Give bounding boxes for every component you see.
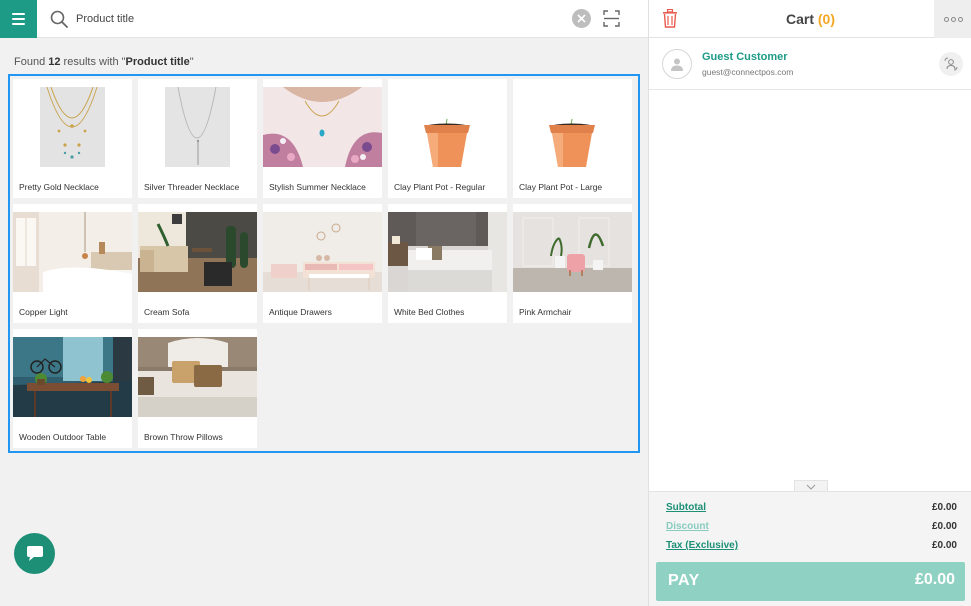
product-image xyxy=(13,212,132,292)
product-name: Brown Throw Pillows xyxy=(144,432,223,442)
results-query: Product title xyxy=(125,56,190,68)
cart-title-label: Cart xyxy=(785,11,814,27)
product-image xyxy=(138,212,257,292)
discount-value: £0.00 xyxy=(931,521,957,532)
cart-panel: Cart (0) Guest Customer guest@connectpos… xyxy=(648,0,971,606)
product-image xyxy=(138,87,257,167)
product-card[interactable]: Stylish Summer Necklace xyxy=(263,79,382,198)
product-image xyxy=(513,87,632,167)
results-middle: results with " xyxy=(60,56,126,68)
tax-label[interactable]: Tax (Exclusive) xyxy=(666,540,738,551)
pay-amount: £0.00 xyxy=(914,571,955,588)
user-avatar-icon xyxy=(662,49,692,79)
more-options-button[interactable] xyxy=(934,0,971,38)
subtotal-value: £0.00 xyxy=(931,502,957,513)
results-prefix: Found xyxy=(14,56,49,68)
product-name: Copper Light xyxy=(19,307,68,317)
barcode-scan-icon[interactable] xyxy=(603,10,620,27)
product-name: Clay Plant Pot - Regular xyxy=(394,182,486,192)
product-card[interactable]: Antique Drawers xyxy=(263,204,382,323)
discount-label[interactable]: Discount xyxy=(666,521,709,532)
product-card[interactable]: Pretty Gold Necklace xyxy=(13,79,132,198)
cart-count: (0) xyxy=(817,11,836,27)
switch-customer-icon xyxy=(944,57,958,71)
search-input[interactable] xyxy=(76,9,556,29)
product-grid: Pretty Gold Necklace Silver Threader Nec… xyxy=(8,74,640,453)
product-name: Antique Drawers xyxy=(269,307,332,317)
customer-email: guest@connectpos.com xyxy=(702,67,794,77)
tax-value: £0.00 xyxy=(931,540,957,551)
more-options-icon xyxy=(950,16,956,22)
results-count: 12 xyxy=(48,56,61,68)
product-card[interactable]: Clay Plant Pot - Regular xyxy=(388,79,507,198)
menu-icon-line xyxy=(12,18,25,20)
product-image xyxy=(388,212,507,292)
search-results-summary: Found 12 results with "Product title" xyxy=(14,56,194,68)
menu-icon-line xyxy=(12,13,25,15)
product-image xyxy=(513,212,632,292)
more-options-icon xyxy=(957,16,963,22)
cart-title: Cart (0) xyxy=(649,11,971,27)
cart-totals: Subtotal £0.00 Discount £0.00 Tax (Exclu… xyxy=(649,491,971,606)
clear-icon xyxy=(577,14,586,23)
pay-label: PAY xyxy=(668,572,700,589)
chat-icon xyxy=(26,545,43,561)
product-image xyxy=(388,87,507,167)
customer-name: Guest Customer xyxy=(702,51,788,63)
product-name: Cream Sofa xyxy=(144,307,190,317)
more-options-icon xyxy=(943,16,949,22)
product-name: Silver Threader Necklace xyxy=(144,182,240,192)
chevron-down-icon xyxy=(806,484,816,490)
results-suffix: " xyxy=(189,56,194,68)
product-card[interactable]: Clay Plant Pot - Large xyxy=(513,79,632,198)
cart-header: Cart (0) xyxy=(649,0,971,38)
search-icon xyxy=(50,10,68,28)
customer-selector[interactable]: Guest Customer guest@connectpos.com xyxy=(649,38,971,90)
product-name: Pretty Gold Necklace xyxy=(19,182,99,192)
product-browser: Found 12 results with "Product title" Pr… xyxy=(0,0,648,606)
product-image xyxy=(263,87,382,167)
product-card[interactable]: Pink Armchair xyxy=(513,204,632,323)
product-image xyxy=(138,337,257,417)
product-image xyxy=(13,87,132,167)
product-name: White Bed Clothes xyxy=(394,307,465,317)
chat-button[interactable] xyxy=(14,533,55,574)
switch-customer-button[interactable] xyxy=(939,52,963,76)
product-card[interactable]: Brown Throw Pillows xyxy=(138,329,257,448)
search-bar xyxy=(0,0,648,38)
clear-search-button[interactable] xyxy=(572,9,591,28)
menu-icon-line xyxy=(12,23,25,25)
product-image xyxy=(263,212,382,292)
product-card[interactable]: Silver Threader Necklace xyxy=(138,79,257,198)
pay-button[interactable]: PAY £0.00 xyxy=(656,562,965,601)
product-name: Wooden Outdoor Table xyxy=(19,432,107,442)
product-card[interactable]: White Bed Clothes xyxy=(388,204,507,323)
product-image xyxy=(13,337,132,417)
product-name: Clay Plant Pot - Large xyxy=(519,182,603,192)
product-name: Pink Armchair xyxy=(519,307,572,317)
product-card[interactable]: Copper Light xyxy=(13,204,132,323)
menu-button[interactable] xyxy=(0,0,37,38)
product-card[interactable]: Wooden Outdoor Table xyxy=(13,329,132,448)
product-name: Stylish Summer Necklace xyxy=(269,182,366,192)
subtotal-label[interactable]: Subtotal xyxy=(666,502,706,513)
product-card[interactable]: Cream Sofa xyxy=(138,204,257,323)
